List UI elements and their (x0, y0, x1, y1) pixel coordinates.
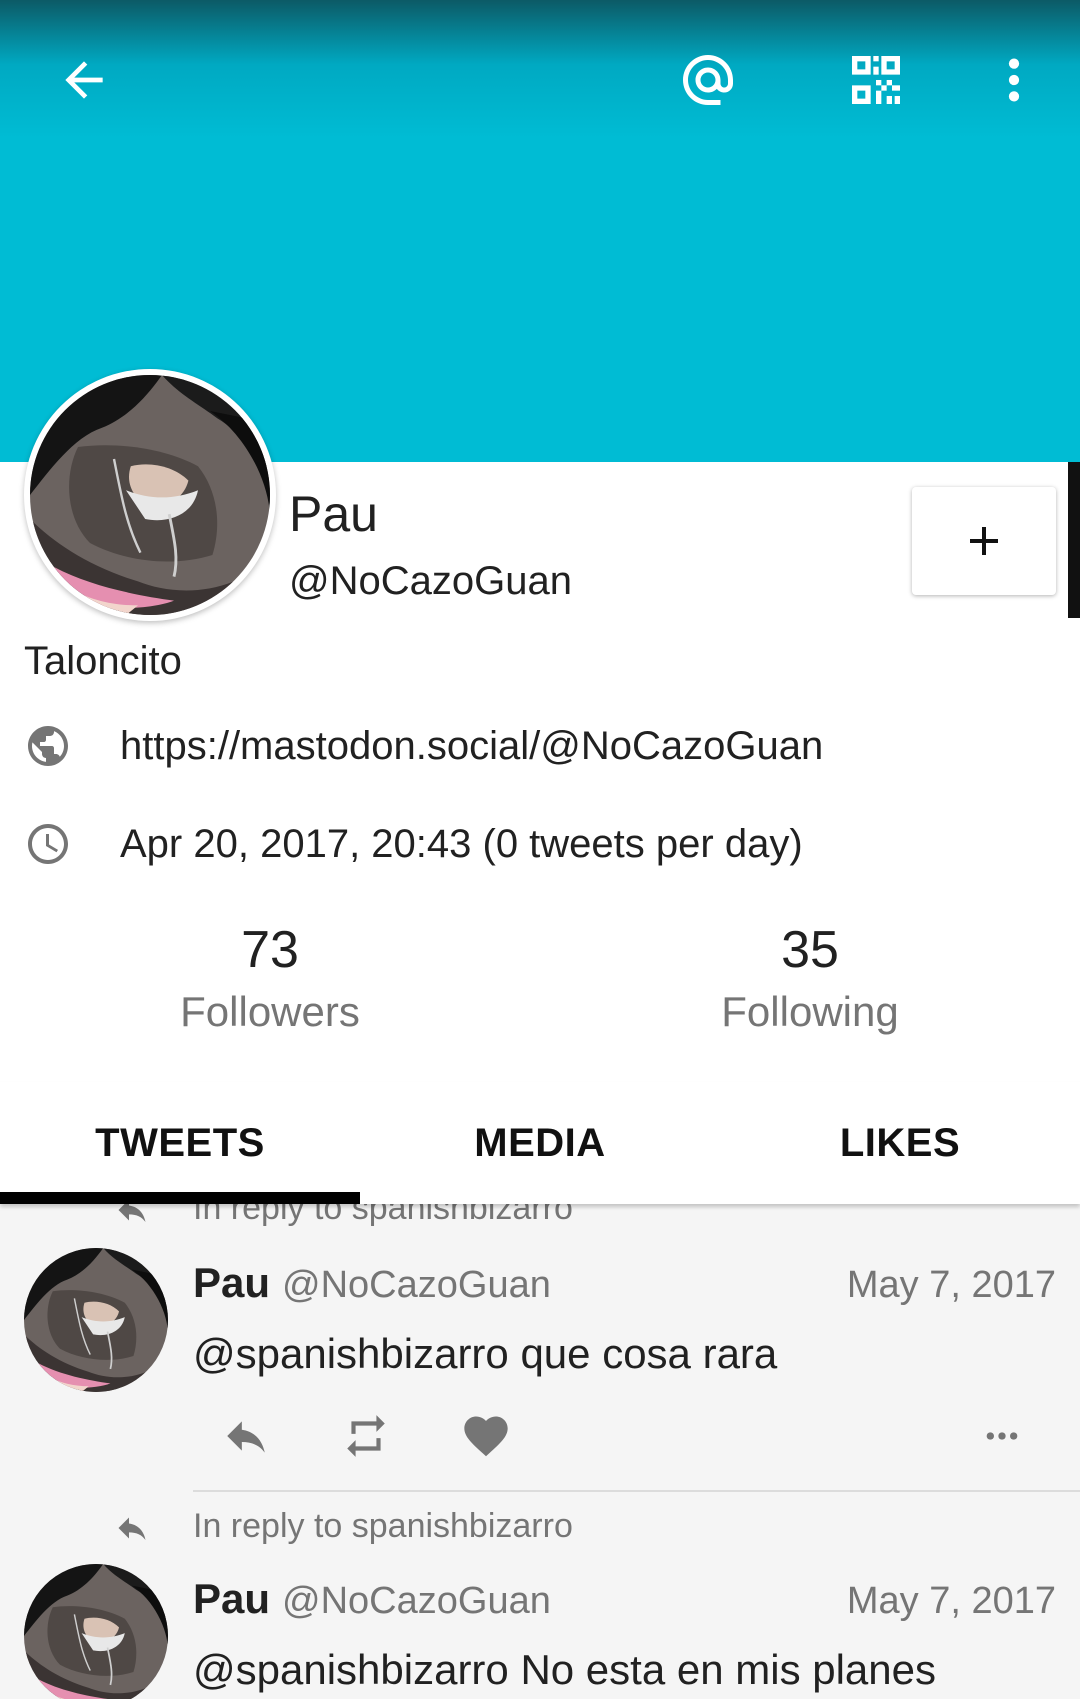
like-button[interactable] (446, 1406, 526, 1466)
reply-button[interactable] (206, 1406, 286, 1466)
reply-to-note[interactable]: In reply to spanishbizarro (193, 1204, 573, 1228)
reply-indicator-icon (118, 1204, 146, 1222)
reply-icon (227, 1421, 265, 1453)
tweet-header: Pau @NoCazoGuan May 7, 2017 (193, 1574, 1056, 1626)
join-date-row: Apr 20, 2017, 20:43 (0 tweets per day) (24, 820, 803, 868)
tweet-more-button[interactable] (962, 1406, 1042, 1466)
qr-code-icon (852, 56, 900, 104)
profile-avatar[interactable] (24, 369, 276, 621)
join-date: Apr 20, 2017, 20:43 (0 tweets per day) (120, 821, 803, 866)
reply-indicator-icon (118, 1517, 146, 1540)
retweet-button[interactable] (326, 1406, 406, 1466)
profile-url-row[interactable]: https://mastodon.social/@NoCazoGuan (24, 722, 823, 770)
tweet-date: May 7, 2017 (846, 1264, 1056, 1306)
profile-tabs: TWEETS MEDIA LIKES (0, 1082, 1080, 1204)
following-label: Following (721, 988, 899, 1035)
tab-likes[interactable]: LIKES (720, 1082, 1080, 1204)
tweet-author-name[interactable]: Pau (193, 1258, 270, 1308)
following-count: 35 (781, 921, 839, 979)
more-horizontal-icon (986, 1432, 1018, 1440)
tweet-author-handle[interactable]: @NoCazoGuan (282, 1260, 551, 1310)
tweet-divider (193, 1490, 1080, 1492)
profile-url[interactable]: https://mastodon.social/@NoCazoGuan (120, 724, 823, 769)
followers-stat[interactable]: 73 Followers (120, 918, 420, 1040)
plus-icon (970, 527, 998, 555)
display-name: Pau (289, 486, 378, 542)
followers-label: Followers (180, 988, 360, 1035)
qr-code-button[interactable] (836, 40, 916, 120)
arrow-left-icon (65, 61, 103, 99)
reply-to-note[interactable]: In reply to spanishbizarro (193, 1506, 573, 1546)
tweet-header: Pau @NoCazoGuan May 7, 2017 (193, 1258, 1056, 1310)
following-stat[interactable]: 35 Following (660, 918, 960, 1040)
tab-media[interactable]: MEDIA (360, 1082, 720, 1204)
profile-bio: Taloncito (24, 639, 182, 683)
tweet-author-name[interactable]: Pau (193, 1574, 270, 1624)
tab-tweets[interactable]: TWEETS (0, 1082, 360, 1204)
tweet-avatar[interactable] (24, 1564, 168, 1699)
mention-button[interactable] (668, 40, 748, 120)
followers-count: 73 (241, 921, 299, 979)
tweet-timeline: In reply to spanishbizarro Pau @NoCazoGu… (0, 1204, 1080, 1699)
retweet-icon (347, 1415, 385, 1457)
avatar-image (30, 375, 270, 615)
tweet-author-handle[interactable]: @NoCazoGuan (282, 1576, 551, 1626)
clock-icon (24, 820, 72, 868)
more-options-button[interactable] (974, 40, 1054, 120)
back-button[interactable] (44, 40, 124, 120)
profile-handle: @NoCazoGuan (289, 559, 572, 603)
tweet-text: @spanishbizarro No esta en mis planes (193, 1646, 936, 1693)
scroll-indicator (1068, 462, 1080, 618)
follow-button[interactable] (912, 487, 1056, 595)
heart-icon (464, 1416, 508, 1457)
more-vertical-icon (1008, 58, 1020, 102)
tweet-avatar[interactable] (24, 1248, 168, 1392)
tweet-date: May 7, 2017 (846, 1580, 1056, 1622)
globe-icon (24, 722, 72, 770)
tweet-text: @spanishbizarro que cosa rara (193, 1330, 778, 1377)
at-sign-icon (683, 55, 733, 105)
